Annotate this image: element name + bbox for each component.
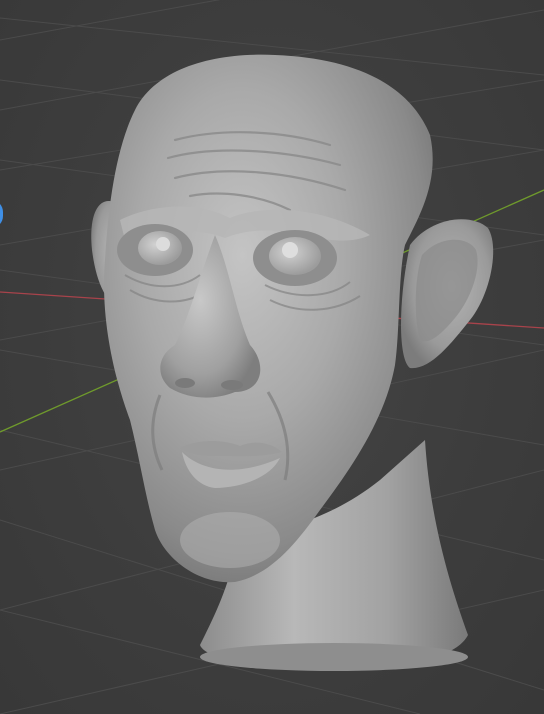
- right-pupil: [282, 242, 298, 258]
- nostril-left: [175, 378, 195, 388]
- chin: [180, 512, 280, 568]
- nostril-right: [221, 380, 243, 390]
- base-bottom: [200, 643, 468, 671]
- viewport-canvas[interactable]: [0, 0, 544, 714]
- right-ear-inner: [415, 239, 478, 342]
- 3d-viewport[interactable]: [0, 0, 544, 714]
- left-pupil: [156, 237, 170, 251]
- sculpted-head[interactable]: [91, 54, 494, 671]
